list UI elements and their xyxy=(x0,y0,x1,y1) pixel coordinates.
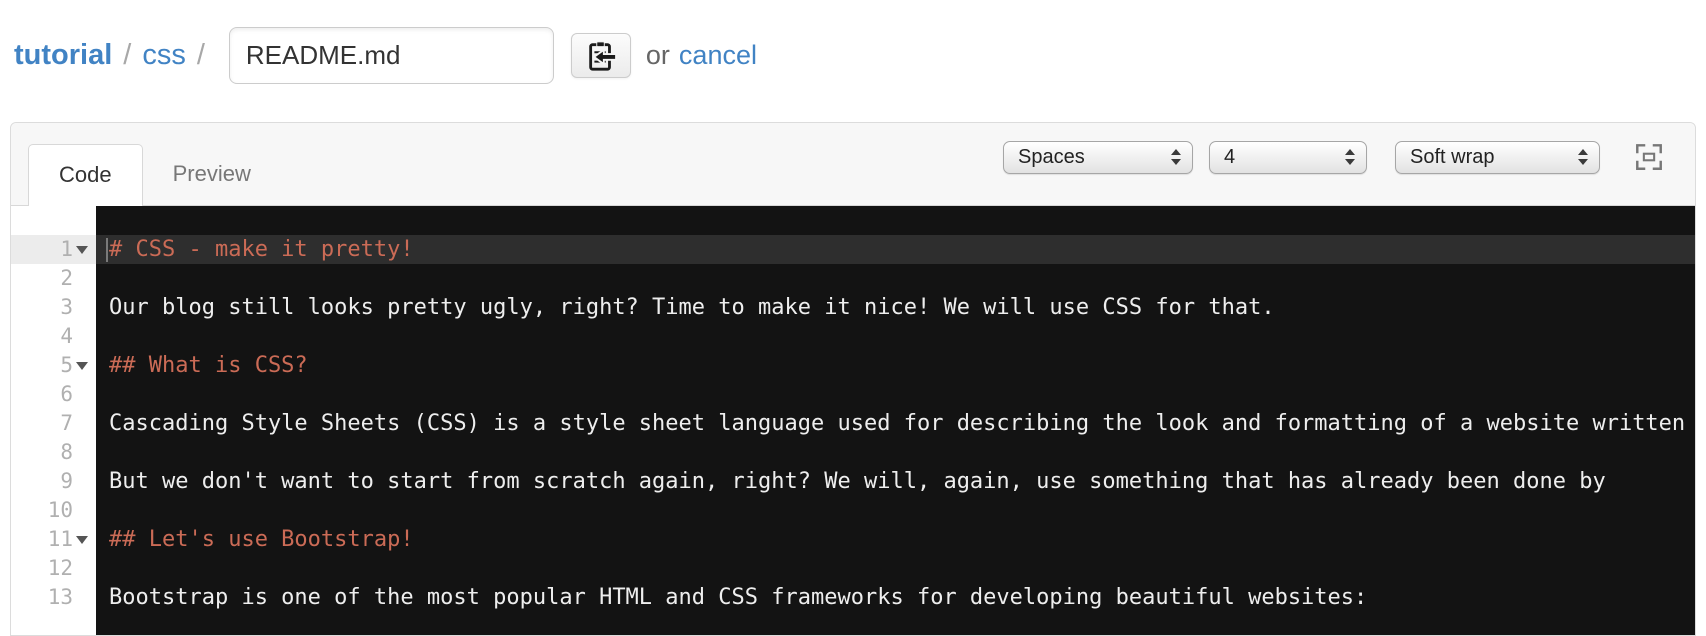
file-editor-panel: Code Preview Spaces 4 Soft wrap 1 # CSS … xyxy=(10,122,1696,636)
code-line-text[interactable]: Our blog still looks pretty ugly, right?… xyxy=(96,293,1695,322)
code-line-text[interactable]: Bootstrap is one of the most popular HTM… xyxy=(96,583,1695,612)
code-editor[interactable]: 1 # CSS - make it pretty! 2 3 Our blog still… xyxy=(11,206,1695,635)
breadcrumb-separator: / xyxy=(196,39,205,71)
code-line-text[interactable] xyxy=(96,554,1695,583)
line-number: 5 xyxy=(60,353,73,377)
fold-slot xyxy=(73,525,91,554)
gutter-cell: 9 xyxy=(11,467,96,496)
breadcrumb: tutorial / css / or cancel xyxy=(14,27,1706,84)
screen-full-icon xyxy=(1634,142,1664,172)
cancel-link[interactable]: cancel xyxy=(679,40,757,71)
code-line-6[interactable]: 6 xyxy=(11,380,1695,409)
fold-slot-empty xyxy=(73,322,91,351)
fold-arrow-icon[interactable] xyxy=(76,361,88,370)
line-number: 11 xyxy=(47,527,73,551)
fold-slot-empty xyxy=(73,293,91,322)
code-line-text[interactable]: ## Let's use Bootstrap! xyxy=(96,525,1695,554)
gutter-cell: 10 xyxy=(11,496,96,525)
line-number: 4 xyxy=(60,324,73,348)
gutter-cell: 2 xyxy=(11,264,96,293)
editor-toolbar: Spaces 4 Soft wrap xyxy=(1003,140,1665,174)
indent-mode-select[interactable]: Spaces xyxy=(1003,140,1193,174)
gutter-cell: 4 xyxy=(11,322,96,351)
code-line-2[interactable]: 2 xyxy=(11,264,1695,293)
indent-mode-value: Spaces xyxy=(1018,145,1085,168)
code-line-text[interactable] xyxy=(96,322,1695,351)
fold-slot xyxy=(73,351,91,380)
fold-slot-empty xyxy=(73,438,91,467)
code-line-text[interactable] xyxy=(96,438,1695,467)
clipboard-arrow-icon xyxy=(585,39,617,73)
line-number: 12 xyxy=(47,556,73,580)
gutter-cell: 3 xyxy=(11,293,96,322)
code-line-text[interactable]: ## What is CSS? xyxy=(96,351,1695,380)
select-arrows-icon xyxy=(1345,149,1355,165)
editor-filler xyxy=(11,612,1695,635)
code-line-text[interactable] xyxy=(96,380,1695,409)
gutter-cell: 1 xyxy=(11,235,96,264)
editor-tabs: Code Preview xyxy=(28,123,281,206)
or-label: or xyxy=(645,40,670,70)
fold-slot-empty xyxy=(73,583,91,612)
code-line-8[interactable]: 8 xyxy=(11,438,1695,467)
fullscreen-button[interactable] xyxy=(1633,141,1665,173)
gutter-cell: 13 xyxy=(11,583,96,612)
tab-code[interactable]: Code xyxy=(28,144,143,206)
code-line-3[interactable]: 3 Our blog still looks pretty ugly, right… xyxy=(11,293,1695,322)
gutter-cell: 12 xyxy=(11,554,96,583)
editor-header: Code Preview Spaces 4 Soft wrap xyxy=(11,123,1695,206)
code-line-text[interactable]: But we don't want to start from scratch … xyxy=(96,467,1695,523)
select-arrows-icon xyxy=(1578,149,1588,165)
breadcrumb-separator: / xyxy=(123,39,132,71)
line-number: 1 xyxy=(60,237,73,261)
gutter-cell: 5 xyxy=(11,351,96,380)
code-line-7[interactable]: 7 Cascading Style Sheets (CSS) is a style… xyxy=(11,409,1695,465)
line-number: 13 xyxy=(47,585,73,609)
line-number: 3 xyxy=(60,295,73,319)
code-line-11[interactable]: 11 ## Let's use Bootstrap! xyxy=(11,525,1695,554)
select-arrows-icon xyxy=(1171,149,1181,165)
line-number: 7 xyxy=(60,411,73,435)
code-line-1[interactable]: 1 # CSS - make it pretty! xyxy=(11,235,1695,264)
gutter-cell: 6 xyxy=(11,380,96,409)
code-line-text[interactable]: Cascading Style Sheets (CSS) is a style … xyxy=(96,409,1695,465)
line-number: 8 xyxy=(60,440,73,464)
line-number: 10 xyxy=(47,498,73,522)
fold-arrow-icon[interactable] xyxy=(76,245,88,254)
fold-slot-empty xyxy=(73,467,91,496)
code-line-text[interactable] xyxy=(96,264,1695,293)
code-line-13[interactable]: 13 Bootstrap is one of the most popular H… xyxy=(11,583,1695,612)
copy-filename-button[interactable] xyxy=(570,33,631,78)
fold-slot-empty xyxy=(73,554,91,583)
fold-slot-empty xyxy=(73,496,91,525)
gutter-cell: 7 xyxy=(11,409,96,438)
line-number: 9 xyxy=(60,469,73,493)
gutter-cell: 11 xyxy=(11,525,96,554)
code-line-9[interactable]: 9 But we don't want to start from scratch… xyxy=(11,467,1695,523)
code-line-5[interactable]: 5 ## What is CSS? xyxy=(11,351,1695,380)
indent-size-select[interactable]: 4 xyxy=(1209,140,1367,174)
code-line-4[interactable]: 4 xyxy=(11,322,1695,351)
wrap-mode-value: Soft wrap xyxy=(1410,145,1495,168)
fold-slot xyxy=(73,235,91,264)
editor-top-padding xyxy=(11,206,1695,235)
fold-slot-empty xyxy=(73,380,91,409)
filename-input[interactable] xyxy=(228,27,554,84)
line-number: 6 xyxy=(60,382,73,406)
breadcrumb-repo-link[interactable]: tutorial xyxy=(14,39,112,72)
line-number: 2 xyxy=(60,266,73,290)
code-line-text[interactable]: # CSS - make it pretty! xyxy=(96,235,1695,264)
fold-slot-empty xyxy=(73,409,91,438)
code-line-text[interactable] xyxy=(96,496,1695,525)
fold-slot-empty xyxy=(73,264,91,293)
indent-size-value: 4 xyxy=(1224,145,1236,168)
fold-arrow-icon[interactable] xyxy=(76,535,88,544)
breadcrumb-folder-link[interactable]: css xyxy=(142,39,186,72)
gutter-cell: 8 xyxy=(11,438,96,467)
wrap-mode-select[interactable]: Soft wrap xyxy=(1395,140,1600,174)
code-line-12[interactable]: 12 xyxy=(11,554,1695,583)
tab-preview[interactable]: Preview xyxy=(143,144,281,205)
code-line-10[interactable]: 10 xyxy=(11,496,1695,525)
